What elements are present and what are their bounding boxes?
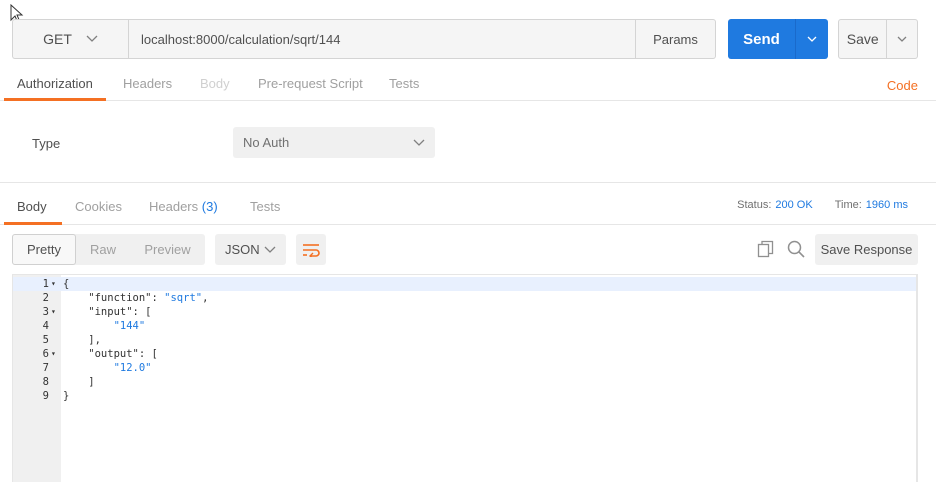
send-options-button[interactable] [795,19,828,59]
tab-body[interactable]: Body [200,76,230,91]
line-number: 8 [42,376,49,388]
auth-panel: Type No Auth [0,101,936,183]
chevron-down-icon [897,36,907,42]
tab-test-results[interactable]: Tests [250,199,280,214]
send-button[interactable]: Send [728,19,828,59]
status-value[interactable]: 200 OK [775,199,812,211]
response-body-editor[interactable]: 1 ▾{2 "function": "sqrt", 3 ▾ "input": [4 "… [12,274,918,482]
tab-tests[interactable]: Tests [389,76,419,91]
code-line: 9} [13,389,917,403]
params-label: Params [653,31,698,47]
chevron-down-icon [86,35,98,42]
line-number: 4 [42,320,49,332]
chevron-down-icon [264,246,276,253]
url-input[interactable]: localhost:8000/calculation/sqrt/144 [128,19,636,59]
request-bar: GET localhost:8000/calculation/sqrt/144 … [12,19,716,59]
search-icon[interactable] [787,240,805,258]
response-tabs: Body Cookies Headers (3) Tests Status: 2… [0,183,936,225]
code-text: "12.0" [63,361,152,375]
time-label: Time: [834,199,862,211]
method-label: GET [43,31,72,47]
json-string-value: "sqrt" [164,292,203,304]
tab-response-body[interactable]: Body [17,199,47,214]
line-number: 6 [42,348,49,360]
line-number: 3 [42,306,49,318]
code-line: 6 ▾ "output": [ [13,347,917,361]
tab-headers[interactable]: Headers [123,76,172,91]
code-line: 3 ▾ "input": [ [13,305,917,319]
code-text: "function": "sqrt", [63,292,209,304]
code-text: { [63,278,70,290]
code-line: 7 "12.0" [13,361,917,375]
response-meta: Status: 200 OK Time: 1960 ms [737,199,908,211]
auth-type-select[interactable]: No Auth [233,127,435,158]
code-text: } [63,390,70,402]
code-text: ] [63,376,95,388]
method-select[interactable]: GET [12,19,128,59]
line-number: 1 [42,278,49,290]
save-button[interactable]: Save [838,19,918,59]
send-label: Send [743,30,780,48]
tab-authorization[interactable]: Authorization [17,76,93,91]
url-value: localhost:8000/calculation/sqrt/144 [141,31,341,47]
json-string-value: "12.0" [113,362,152,374]
raw-button[interactable]: Raw [76,234,130,265]
code-link[interactable]: Code [887,78,918,93]
scrollbar-track[interactable] [916,274,917,482]
save-label: Save [846,31,879,47]
pretty-button[interactable]: Pretty [12,234,76,265]
request-tabs: Authorization Headers Body Pre-request S… [0,70,936,101]
chevron-down-icon [807,36,817,42]
line-number: 5 [42,334,49,346]
response-toolbar: Pretty Raw Preview JSON Save Response [12,234,918,266]
preview-button[interactable]: Preview [130,234,205,265]
code-text: "144" [63,319,146,333]
json-string-value: "144" [113,320,146,332]
code-text: ], [63,334,101,346]
auth-type-value: No Auth [243,135,290,150]
view-mode-group: Pretty Raw Preview [12,234,205,265]
time-value[interactable]: 1960 ms [866,199,908,211]
response-headers-label: Headers [149,199,199,214]
code-line: 8 ] [13,375,917,389]
fold-toggle-icon[interactable]: ▾ [51,277,56,291]
line-number: 2 [42,292,49,304]
save-options-button[interactable] [886,20,917,58]
wrap-lines-button[interactable] [296,234,326,265]
code-text: "input": [ [63,306,152,318]
wrap-lines-icon [303,243,320,257]
save-response-button[interactable]: Save Response [815,234,918,265]
auth-type-label: Type [32,136,61,151]
format-value: JSON [225,242,260,257]
params-button[interactable]: Params [636,19,716,59]
code-line: 1 ▾ { [13,277,917,291]
line-number: 7 [42,362,49,374]
headers-count-badge: (3) [201,199,218,214]
fold-toggle-icon[interactable]: ▾ [51,305,56,319]
tab-cookies[interactable]: Cookies [75,199,122,214]
fold-toggle-icon[interactable]: ▾ [51,347,56,361]
copy-icon[interactable] [757,240,775,258]
tab-response-headers[interactable]: Headers (3) [149,199,218,214]
chevron-down-icon [413,139,425,146]
code-line: 5 ], [13,333,917,347]
code-line: 2 "function": "sqrt", [13,291,917,305]
status-label: Status: [737,199,772,211]
tab-prerequest-script[interactable]: Pre-request Script [258,76,363,91]
code-text: "output": [ [63,348,158,360]
format-select[interactable]: JSON [215,234,286,265]
code-line: 4 "144" [13,319,917,333]
active-tab-indicator [4,222,62,225]
line-number: 9 [42,390,49,402]
